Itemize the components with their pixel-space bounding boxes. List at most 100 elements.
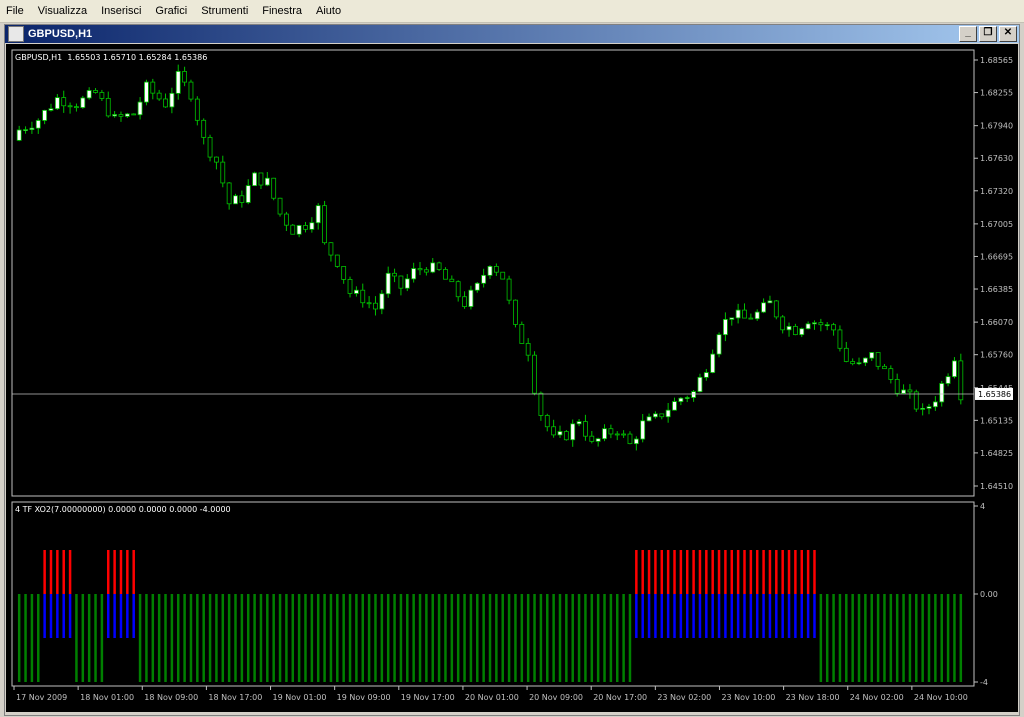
candle-body — [296, 225, 302, 235]
x-tick-label: 20 Nov 17:00 — [593, 693, 647, 702]
candle-body — [455, 281, 461, 298]
candle-body — [894, 379, 900, 394]
candle-body — [945, 376, 951, 384]
candle-body — [93, 90, 98, 93]
candle-body — [207, 136, 213, 158]
candle-body — [411, 268, 417, 280]
candle-body — [239, 195, 245, 203]
candle-body — [805, 323, 811, 330]
candle-body — [621, 433, 627, 436]
candle-body — [366, 302, 372, 305]
y-tick-label: 1.64510 — [980, 482, 1013, 491]
menu-insert[interactable]: Inserisci — [95, 5, 147, 17]
candle-body — [729, 317, 735, 320]
candle-body — [322, 205, 327, 244]
candle-body — [214, 156, 219, 163]
chart-canvas[interactable]: 1.68565 1.68255 1.67940 1.67630 1.67320 1.670… — [6, 44, 1018, 712]
candle-body — [182, 71, 188, 83]
candle-body — [799, 328, 805, 336]
candle-body — [926, 406, 932, 409]
minimize-button[interactable]: _ — [959, 26, 977, 42]
candle-body — [131, 113, 137, 116]
candle-body — [678, 397, 684, 402]
candle-body — [735, 309, 741, 319]
candle-body — [35, 120, 41, 129]
y-tick-label: 1.66695 — [980, 252, 1013, 261]
menu-tools[interactable]: Strumenti — [195, 5, 254, 17]
indicator-pane-frame — [11, 501, 975, 687]
menu-window[interactable]: Finestra — [256, 5, 308, 17]
candle-body — [557, 431, 563, 436]
x-tick-label: 18 Nov 01:00 — [80, 693, 134, 702]
candle-body — [907, 389, 913, 393]
candle-body — [379, 293, 385, 310]
menu-help[interactable]: Aiuto — [310, 5, 347, 17]
chart-area[interactable]: 1.68565 1.68255 1.67940 1.67630 1.67320 1.670… — [6, 44, 1018, 712]
candle-body — [500, 271, 506, 280]
candle-body — [423, 269, 429, 273]
candle-body — [824, 324, 830, 327]
candle-body — [672, 401, 677, 411]
candle-body — [767, 300, 773, 304]
candle-body — [347, 279, 353, 294]
candle-body — [233, 195, 238, 205]
y-tick-label: 1.67940 — [980, 122, 1013, 131]
candle-body — [818, 322, 824, 326]
candle-body — [653, 413, 658, 418]
indicator-y-tick-label: -4 — [980, 678, 988, 687]
candle-body — [716, 334, 722, 355]
candle-body — [284, 213, 289, 226]
candle-body — [29, 127, 35, 130]
candle-body — [48, 108, 54, 111]
candle-body — [398, 275, 404, 289]
menu-charts[interactable]: Grafici — [149, 5, 193, 17]
candle-body — [633, 438, 639, 445]
ohlc-values: 1.65503 1.65710 1.65284 1.65386 — [67, 53, 208, 62]
candle-body — [792, 326, 798, 336]
candle-body — [303, 225, 308, 230]
candle-body — [271, 177, 277, 199]
candle-body — [112, 114, 118, 117]
y-tick-label: 1.65760 — [980, 351, 1013, 360]
x-tick-label: 19 Nov 09:00 — [337, 693, 391, 702]
candle-body — [723, 319, 728, 336]
x-tick-label: 19 Nov 17:00 — [401, 693, 455, 702]
candle-body — [602, 428, 607, 440]
candle-body — [188, 81, 194, 100]
candle-body — [513, 299, 518, 325]
menu-file[interactable]: File — [0, 5, 30, 17]
candle-body — [16, 129, 22, 141]
window-titlebar[interactable]: GBPUSD,H1 _ ❐ ✕ — [5, 25, 1019, 43]
candle-body — [786, 326, 792, 331]
candle-body — [882, 365, 887, 370]
candle-body — [583, 421, 588, 437]
candle-body — [328, 242, 334, 256]
candle-body — [226, 182, 232, 205]
x-tick-label: 17 Nov 2009 — [16, 693, 67, 702]
candle-body — [124, 113, 130, 117]
candle-body — [862, 357, 868, 364]
restore-button[interactable]: ❐ — [979, 26, 997, 42]
y-tick-label: 1.67005 — [980, 220, 1013, 229]
menu-view[interactable]: Visualizza — [32, 5, 93, 17]
candle-body — [258, 172, 264, 186]
y-tick-label: 1.66385 — [980, 285, 1013, 294]
candle-body — [506, 278, 512, 301]
close-button[interactable]: ✕ — [999, 26, 1017, 42]
candle-body — [640, 420, 646, 440]
candle-body — [163, 98, 168, 108]
candle-body — [169, 92, 175, 108]
candle-body — [150, 81, 156, 94]
candle-body — [697, 376, 703, 393]
x-tick-label: 23 Nov 10:00 — [721, 693, 775, 702]
y-tick-label: 1.67320 — [980, 187, 1013, 196]
candle-body — [901, 389, 906, 394]
candle-body — [156, 92, 162, 100]
candle-body — [245, 185, 251, 203]
candle-body — [812, 322, 817, 325]
y-tick-label: 1.65135 — [980, 416, 1013, 425]
candle-body — [850, 361, 856, 365]
candle-body — [570, 423, 576, 441]
candle-body — [761, 302, 766, 313]
y-tick-label: 1.64825 — [980, 449, 1013, 458]
